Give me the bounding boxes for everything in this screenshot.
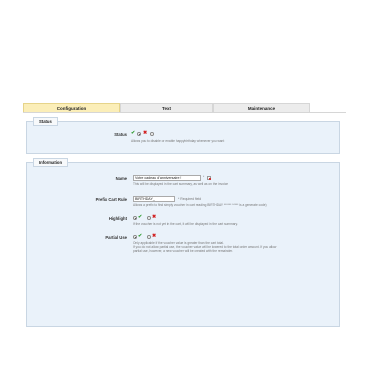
flag-icon[interactable]: [207, 176, 211, 180]
prefix-required-note: * Required field: [178, 197, 202, 201]
information-fieldset: Information Name Votre cadeau d'annivers…: [26, 158, 340, 327]
check-icon: ✔: [138, 214, 143, 220]
status-fieldset: Status Status ✔ ✖ Allows you to disable …: [26, 117, 340, 154]
name-help: This will be displayed in the cart summa…: [133, 182, 229, 186]
prefix-label: Prefix Cart Rule: [95, 197, 127, 202]
status-disable-radio[interactable]: [150, 132, 154, 136]
status-label: Status: [114, 132, 127, 137]
status-enable-radio[interactable]: [137, 132, 141, 136]
information-legend: Information: [33, 158, 69, 167]
partial-use-no-radio[interactable]: [147, 235, 151, 239]
name-required-star: *: [203, 175, 205, 179]
prefix-input[interactable]: BIRTHDAY_: [133, 196, 175, 202]
name-input[interactable]: Votre cadeau d'anniversaire !: [133, 175, 201, 181]
tab-text[interactable]: Text: [120, 103, 213, 112]
prefix-help: Allows a prefix to find simply voucher i…: [133, 203, 267, 207]
cross-icon: ✖: [143, 130, 148, 136]
cross-icon: ✖: [152, 214, 157, 220]
tab-bar: Configuration Text Maintenance: [23, 103, 346, 112]
check-icon: ✔: [131, 130, 136, 136]
status-help: Allows you to disable or enable happybir…: [131, 139, 225, 143]
status-legend: Status: [33, 117, 58, 126]
tab-configuration[interactable]: Configuration: [23, 103, 120, 112]
highlight-no-radio[interactable]: [147, 216, 151, 220]
partial-use-label: Partial Use: [105, 235, 127, 240]
highlight-label: Highlight: [108, 216, 127, 221]
cross-icon: ✖: [152, 233, 157, 239]
highlight-yes-radio[interactable]: [133, 216, 137, 220]
name-label: Name: [115, 176, 127, 181]
partial-use-yes-radio[interactable]: [133, 235, 137, 239]
config-panel: Configuration Text Maintenance Status St…: [23, 103, 346, 327]
partial-use-help-3: partial use, however, a new voucher will…: [133, 249, 233, 253]
check-icon: ✔: [138, 233, 143, 239]
highlight-help: If the voucher is not yet in the cart, i…: [133, 222, 238, 226]
tab-maintenance[interactable]: Maintenance: [213, 103, 310, 112]
